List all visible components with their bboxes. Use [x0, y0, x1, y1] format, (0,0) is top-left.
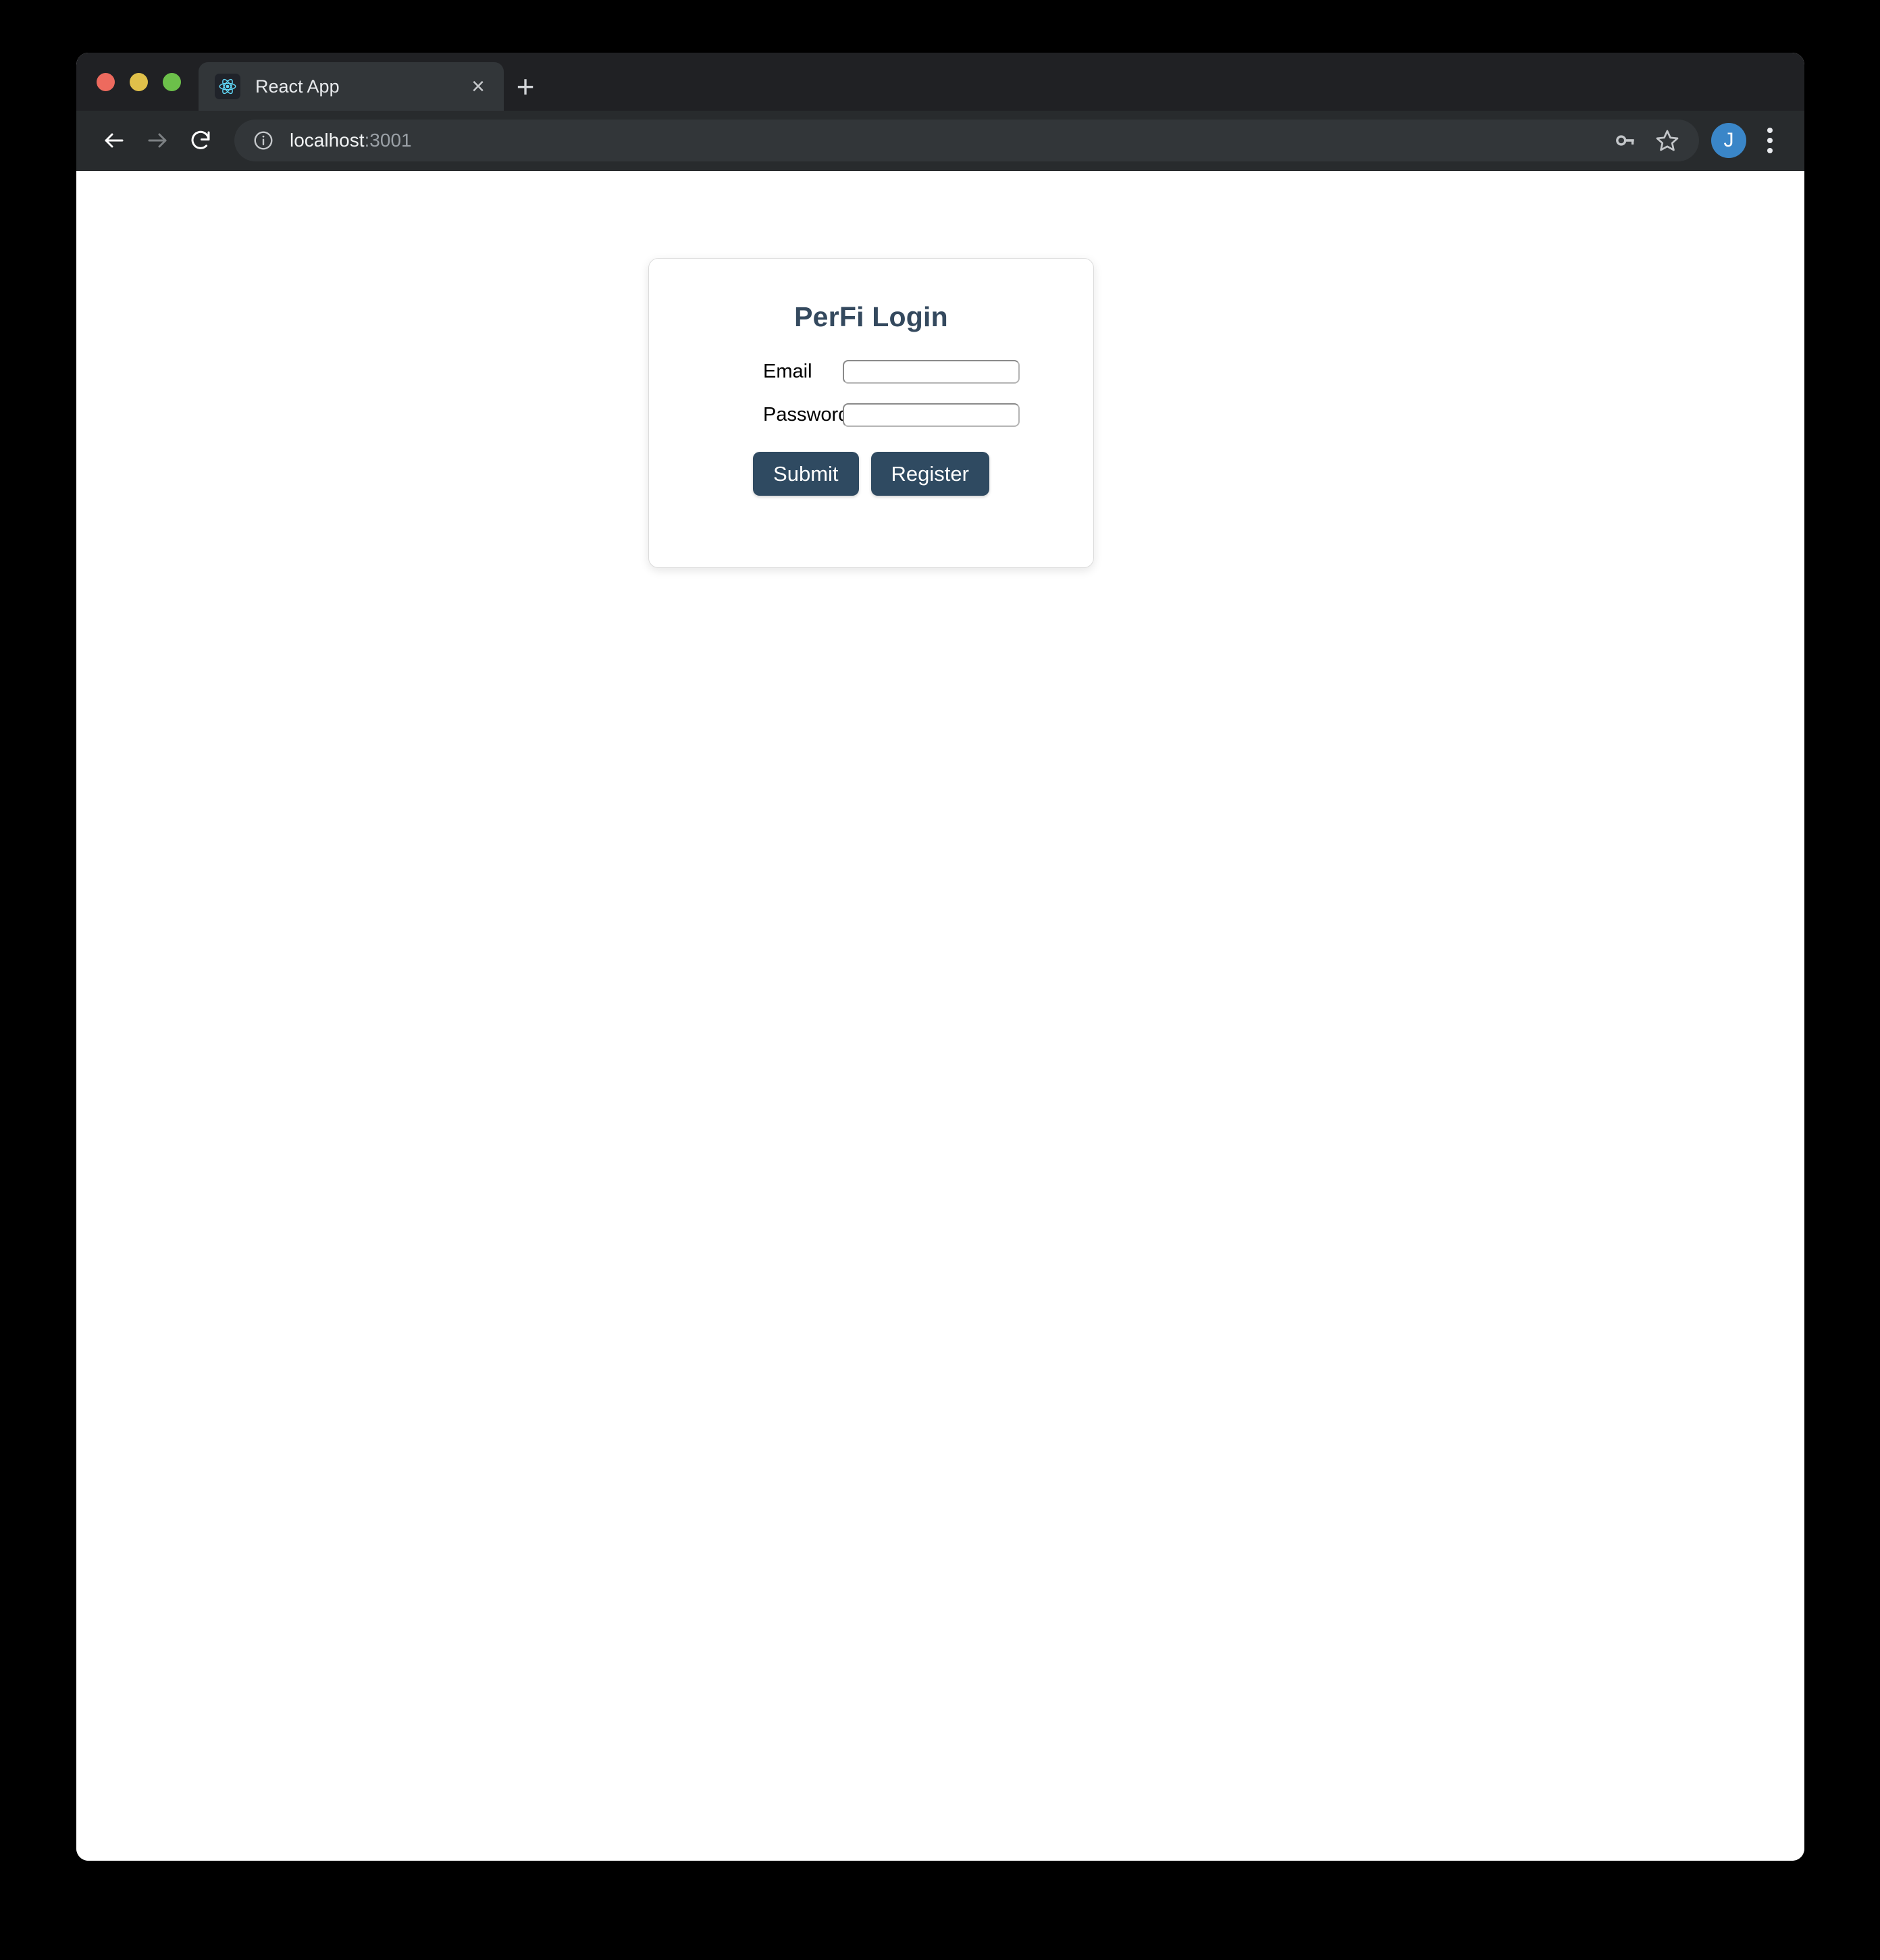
key-icon[interactable] — [1604, 120, 1646, 161]
browser-tab[interactable]: React App × — [199, 62, 504, 111]
url-text: localhost:3001 — [290, 130, 412, 151]
menu-dot — [1767, 148, 1773, 153]
window-controls — [76, 53, 199, 111]
email-label: Email — [763, 361, 812, 382]
minimize-window-button[interactable] — [130, 72, 148, 91]
tab-title: React App — [255, 76, 340, 97]
password-field[interactable] — [843, 403, 1020, 427]
three-dot-menu-icon[interactable] — [1750, 120, 1790, 161]
browser-window: React App × + localhost:3001 J PerFi Log… — [76, 53, 1804, 1861]
browser-toolbar: localhost:3001 J — [76, 111, 1804, 171]
forward-arrow-icon[interactable] — [136, 119, 179, 162]
react-logo-icon — [215, 74, 240, 99]
reload-icon[interactable] — [179, 119, 222, 162]
url-suffix: :3001 — [364, 130, 412, 151]
submit-button[interactable]: Submit — [753, 452, 859, 496]
email-form-row: Email — [649, 360, 1093, 384]
close-window-button[interactable] — [97, 72, 115, 91]
password-label: Password — [763, 404, 850, 425]
register-button[interactable]: Register — [870, 452, 989, 496]
new-tab-button[interactable]: + — [504, 62, 547, 111]
avatar[interactable]: J — [1711, 123, 1746, 158]
star-outline-icon[interactable] — [1646, 120, 1688, 161]
page-viewport: PerFi Login Email Password Submit Regist… — [76, 171, 1804, 1861]
back-arrow-icon[interactable] — [93, 119, 136, 162]
menu-dot — [1767, 128, 1773, 133]
url-host: localhost — [290, 130, 365, 151]
login-form: Email Password Submit Register — [649, 360, 1093, 496]
login-card: PerFi Login Email Password Submit Regist… — [648, 258, 1094, 568]
omnibox-actions — [1604, 120, 1699, 161]
close-icon[interactable]: × — [463, 72, 493, 101]
password-form-row: Password — [649, 403, 1093, 427]
info-circle-icon[interactable] — [252, 129, 275, 152]
address-bar[interactable]: localhost:3001 — [234, 120, 1699, 161]
card-button-row: Submit Register — [649, 452, 1093, 496]
menu-dot — [1767, 138, 1773, 143]
email-field[interactable] — [843, 360, 1020, 384]
tab-strip: React App × + — [76, 53, 1804, 111]
page-title: PerFi Login — [794, 301, 948, 332]
maximize-window-button[interactable] — [163, 72, 181, 91]
